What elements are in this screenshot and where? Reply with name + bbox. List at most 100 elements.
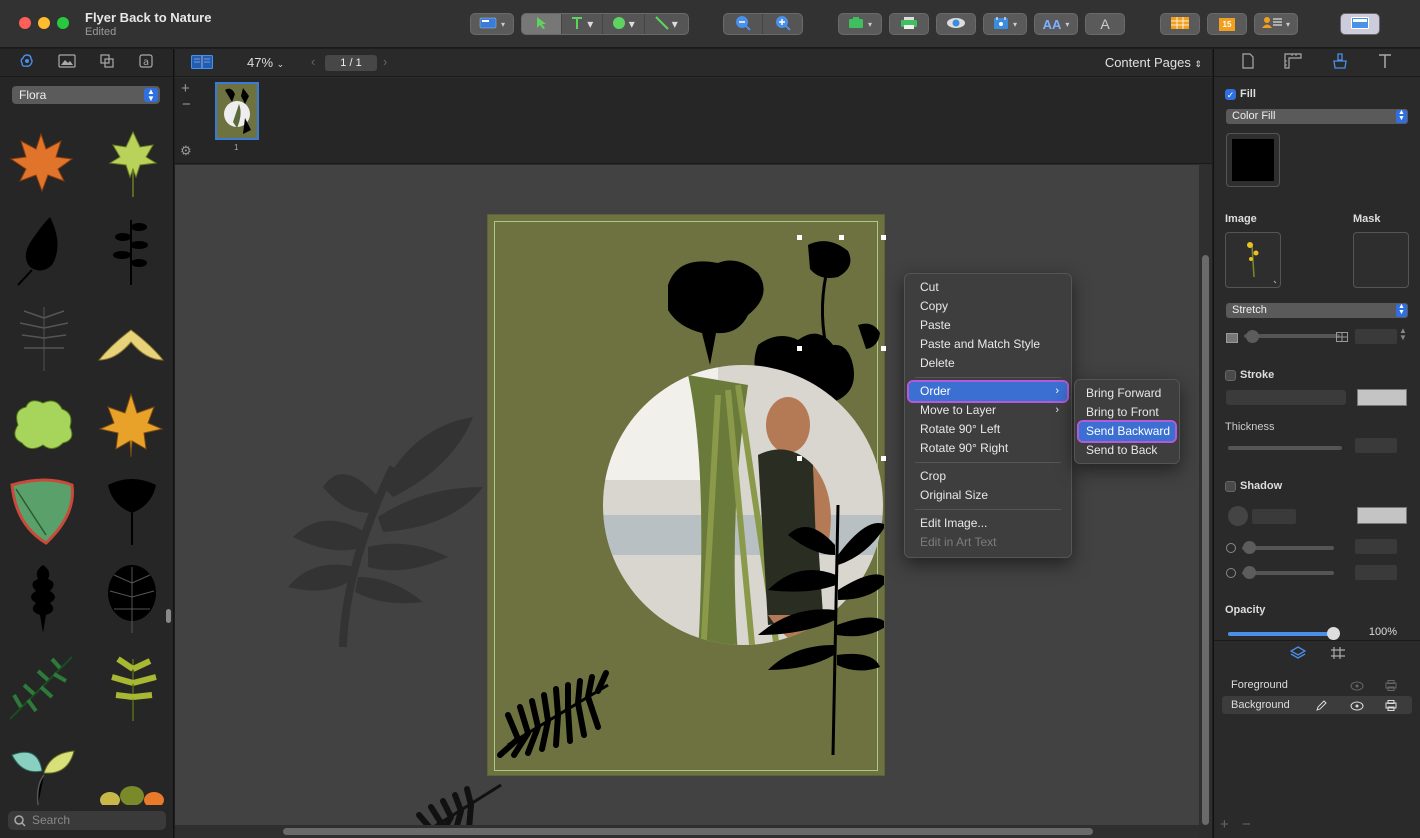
zoom-in-button[interactable] [763, 14, 802, 34]
remove-layer-icon[interactable]: − [1242, 816, 1251, 833]
menu-item-delete[interactable]: Delete [909, 354, 1067, 373]
selection-handle[interactable] [797, 235, 802, 240]
menu-item-paste[interactable]: Paste [909, 316, 1067, 335]
image-icon[interactable] [58, 54, 76, 71]
layout-button[interactable]: ▾ [470, 13, 514, 35]
sidebar-toggle-button[interactable] [1340, 13, 1380, 35]
selection-handle[interactable] [797, 456, 802, 461]
clipart-leaves-teal[interactable] [8, 745, 78, 805]
stroke-style-select[interactable] [1226, 390, 1346, 405]
shadow-offset-field[interactable] [1355, 539, 1397, 554]
grey-fern-shape[interactable] [283, 407, 493, 657]
contacts-button[interactable]: ▾ [1254, 13, 1298, 35]
opacity-value[interactable]: 100% [1355, 626, 1397, 641]
gear-icon[interactable]: ⚙ [180, 143, 192, 159]
fill-type-select[interactable]: Color Fill ▲ ▼ [1226, 109, 1408, 124]
minimize-window-button[interactable] [38, 17, 50, 29]
thickness-slider[interactable] [1228, 446, 1342, 450]
layer-row-foreground[interactable]: Foreground [1222, 676, 1412, 694]
flyer-page[interactable] [488, 215, 886, 775]
page-indicator[interactable]: 1 / 1 [325, 55, 377, 71]
selection-handle[interactable] [881, 456, 886, 461]
opacity-slider-knob[interactable] [1327, 627, 1340, 640]
shadow-checkbox[interactable] [1225, 481, 1236, 492]
horizontal-scrollbar[interactable] [175, 825, 1199, 838]
fill-color-well[interactable] [1226, 133, 1280, 187]
menu-item-send-to-back[interactable]: Send to Back [1079, 441, 1175, 460]
stepper-icon[interactable]: ▲ ▼ [1399, 327, 1407, 342]
view-mode-dropdown[interactable]: Content Pages ⇕ [1105, 55, 1202, 70]
image-mode-select[interactable]: Stretch ▲ ▼ [1226, 303, 1408, 318]
eye-icon[interactable] [1350, 699, 1364, 717]
fill-checkbox[interactable]: ✓ [1225, 89, 1236, 100]
menu-item-order[interactable]: Order › [907, 380, 1069, 403]
previous-page-icon[interactable]: ‹ [311, 54, 315, 69]
menu-item-send-backward[interactable]: Send Backward [1077, 420, 1177, 443]
shadow-blur-field[interactable] [1355, 565, 1397, 580]
zoom-out-button[interactable] [724, 14, 764, 34]
clipart-icon[interactable] [19, 53, 35, 72]
stroke-checkbox[interactable] [1225, 370, 1236, 381]
clipart-seed-yellow[interactable] [96, 320, 166, 390]
clipart-leaf-black-branch[interactable] [106, 215, 174, 285]
close-window-button[interactable] [19, 17, 31, 29]
photo-button[interactable]: ▾ [983, 13, 1027, 35]
shadow-color-swatch[interactable] [1357, 507, 1407, 524]
selection-handle[interactable] [797, 346, 802, 351]
layer-row-background[interactable]: Background [1222, 696, 1412, 714]
layers-icon[interactable] [1289, 646, 1306, 663]
remove-page-icon[interactable]: − [182, 96, 191, 113]
ruler-icon[interactable] [1284, 53, 1302, 72]
page-thumbnail[interactable] [215, 82, 259, 140]
library-select[interactable]: Flora ▲ ▼ [12, 86, 160, 104]
image-scale-slider-knob[interactable] [1246, 330, 1259, 343]
clipart-leaf-light-green[interactable] [98, 129, 168, 199]
text-tool-button[interactable]: ▾ [562, 14, 604, 34]
clipart-maple-leaf-orange[interactable] [6, 129, 76, 199]
shadow-offset-radio[interactable] [1226, 543, 1236, 553]
library-scrollbar[interactable] [166, 609, 171, 623]
vertical-scrollbar-thumb[interactable] [1202, 255, 1209, 825]
add-page-icon[interactable]: + [181, 80, 190, 97]
mask-well[interactable] [1353, 232, 1409, 288]
shadow-blur-radio[interactable] [1226, 568, 1236, 578]
image-scale-field[interactable] [1355, 329, 1397, 344]
selection-handle[interactable] [881, 346, 886, 351]
add-layer-icon[interactable]: + [1220, 816, 1229, 833]
shape-tool-button[interactable]: ▾ [603, 14, 645, 34]
eye-icon[interactable] [1350, 679, 1364, 697]
horizontal-scrollbar-thumb[interactable] [283, 828, 1093, 835]
clipart-leaf-green-red[interactable] [6, 475, 76, 545]
printer-icon[interactable] [1385, 679, 1397, 697]
text-format-icon[interactable] [1377, 53, 1393, 72]
library-search-field[interactable]: Search [8, 811, 166, 830]
maximize-window-button[interactable] [57, 17, 69, 29]
text-style-button[interactable]: A [1085, 13, 1125, 35]
text-icon[interactable]: a [138, 53, 154, 72]
menu-item-rotate-right[interactable]: Rotate 90° Right [909, 439, 1067, 458]
menu-item-cut[interactable]: Cut [909, 278, 1067, 297]
image-tool-button[interactable]: ▾ [838, 13, 882, 35]
calendar-button[interactable]: 15 [1207, 13, 1247, 35]
preview-button[interactable] [936, 13, 976, 35]
stroke-color-swatch[interactable] [1357, 389, 1407, 406]
clipart-leaf-black-veined[interactable] [104, 563, 174, 633]
book-view-icon[interactable] [191, 55, 213, 72]
clipart-herb-dark-green[interactable] [6, 651, 76, 721]
pencil-icon[interactable] [1316, 699, 1327, 717]
clipart-fern-grey[interactable] [14, 303, 84, 373]
menu-item-paste-match-style[interactable]: Paste and Match Style [909, 335, 1067, 354]
menu-item-rotate-left[interactable]: Rotate 90° Left [909, 420, 1067, 439]
printer-icon[interactable] [1385, 699, 1397, 717]
print-button[interactable] [889, 13, 929, 35]
table-button[interactable] [1160, 13, 1200, 35]
shadow-blur-knob[interactable] [1243, 566, 1256, 579]
font-button[interactable]: AA ▾ [1034, 13, 1078, 35]
clipart-leaf-black-round[interactable] [12, 215, 82, 286]
clipart-oak-leaf-black[interactable] [18, 563, 88, 633]
next-page-icon[interactable]: › [383, 54, 387, 69]
thickness-field[interactable] [1355, 438, 1397, 453]
grid-icon[interactable] [1330, 646, 1346, 663]
fill-brush-icon[interactable] [1332, 53, 1348, 72]
shadow-angle-field[interactable] [1252, 509, 1296, 524]
